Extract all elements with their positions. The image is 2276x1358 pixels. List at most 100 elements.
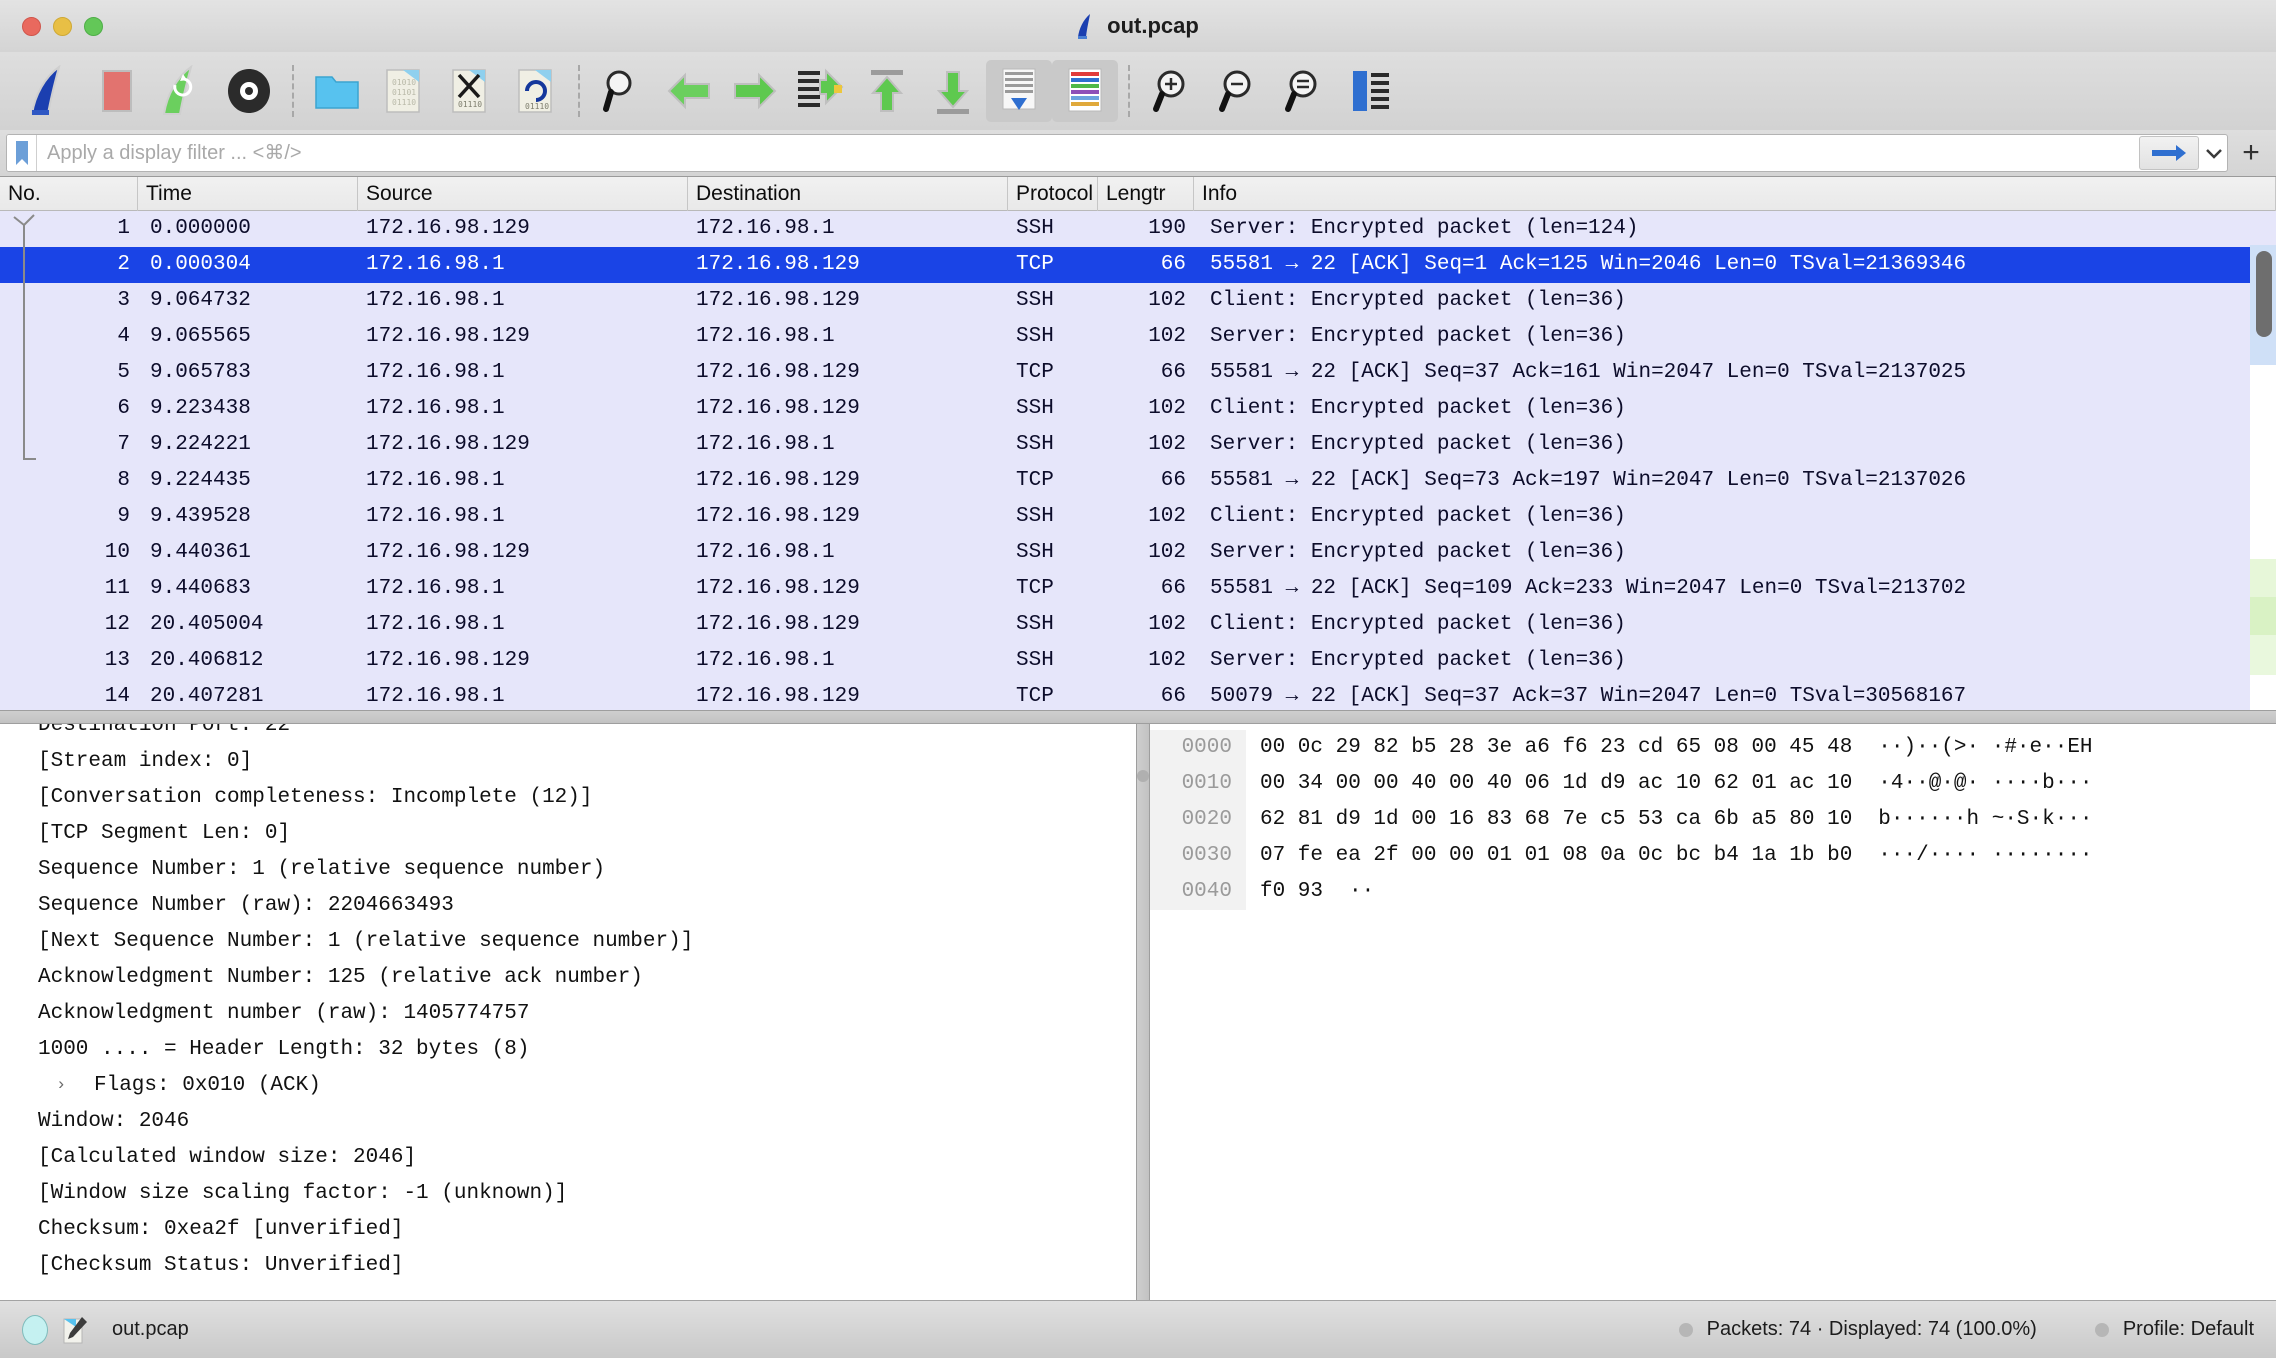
detail-field-row[interactable]: [Conversation completeness: Incomplete (… [0,780,1136,816]
packet-cell-length: 102 [1148,613,1186,636]
packet-list-pane: No. Time Source Destination Protocol Len… [0,176,2276,710]
bookmark-ribbon-icon[interactable] [7,135,37,171]
column-header-protocol[interactable]: Protocol [1008,177,1098,211]
column-header-no[interactable]: No. [0,177,138,211]
packet-cell-source: 172.16.98.129 [366,217,530,240]
packet-cell-time: 9.065565 [150,325,251,348]
hex-dump-row[interactable]: 0000 00 0c 29 82 b5 28 3e a6 f6 23 cd 65 … [1150,730,2276,766]
packet-cell-destination: 172.16.98.129 [696,253,860,276]
go-back-button[interactable] [656,60,722,122]
save-file-button[interactable]: 01010 01101 01110 [370,60,436,122]
packet-row[interactable]: 13 20.406812 172.16.98.129 172.16.98.1 SSH 10… [0,643,2276,679]
expert-info-icon[interactable] [62,1315,88,1345]
packet-row[interactable]: 5 9.065783 172.16.98.1 172.16.98.129 TCP 66 55… [0,355,2276,391]
packet-list-rows[interactable]: 1 0.000000 172.16.98.129 172.16.98.1 SSH 190 S… [0,211,2276,710]
packet-details-pane[interactable]: Destination Port: 22 [Stream index: 0] [Co… [0,724,1136,1300]
packet-cell-no: 10 [104,541,130,564]
column-header-source[interactable]: Source [358,177,688,211]
horizontal-splitter[interactable] [0,710,2276,724]
detail-field-row[interactable]: [TCP Segment Len: 0] [0,816,1136,852]
filter-history-button[interactable] [2201,136,2227,170]
add-filter-button[interactable]: + [2234,134,2268,172]
detail-field-row[interactable]: Destination Port: 22 [0,724,1136,744]
packet-row[interactable]: 14 20.407281 172.16.98.1 172.16.98.129 TCP 66… [0,679,2276,710]
hex-dump-row[interactable]: 0030 07 fe ea 2f 00 00 01 01 08 0a 0c bc … [1150,838,2276,874]
detail-field-row[interactable]: Checksum: 0xea2f [unverified] [0,1212,1136,1248]
packet-row[interactable]: 1 0.000000 172.16.98.129 172.16.98.1 SSH 190 S… [0,211,2276,247]
column-header-info[interactable]: Info [1194,177,2276,211]
capture-status-circle-icon[interactable] [22,1314,48,1345]
detail-field-row[interactable]: Sequence Number: 1 (relative sequence nu… [0,852,1136,888]
display-filter-field[interactable] [6,134,2228,172]
packet-cell-source: 172.16.98.1 [366,577,505,600]
hex-dump-row[interactable]: 0010 00 34 00 00 40 00 40 06 1d d9 ac 10 … [1150,766,2276,802]
close-file-button[interactable]: 01110 [436,60,502,122]
packet-row[interactable]: 2 0.000304 172.16.98.1 172.16.98.129 TCP 66 55… [0,247,2276,283]
zoom-reset-button[interactable] [1272,60,1338,122]
colorize-button[interactable] [1052,60,1118,122]
open-file-button[interactable] [304,60,370,122]
packet-counts: Packets: 74 · Displayed: 74 (100.0%) [1678,1318,2037,1341]
detail-field-row[interactable]: [Calculated window size: 2046] [0,1140,1136,1176]
close-window-button[interactable] [22,16,41,36]
zoom-window-button[interactable] [84,16,103,36]
packet-bytes-pane[interactable]: 0000 00 0c 29 82 b5 28 3e a6 f6 23 cd 65 … [1150,724,2276,1300]
column-header-length[interactable]: Lengtr [1098,177,1194,211]
column-header-time[interactable]: Time [138,177,358,211]
column-header-destination[interactable]: Destination [688,177,1008,211]
packet-cell-source: 172.16.98.129 [366,649,530,672]
go-to-packet-button[interactable] [788,60,854,122]
packet-row[interactable]: 10 9.440361 172.16.98.129 172.16.98.1 SSH 102… [0,535,2276,571]
packet-row[interactable]: 12 20.405004 172.16.98.1 172.16.98.129 SSH 10… [0,607,2276,643]
packet-row[interactable]: 4 9.065565 172.16.98.129 172.16.98.1 SSH 102 S… [0,319,2276,355]
detail-field-row[interactable]: [Next Sequence Number: 1 (relative seque… [0,924,1136,960]
find-packet-button[interactable] [590,60,656,122]
packet-row[interactable]: 6 9.223438 172.16.98.1 172.16.98.129 SSH 102 C… [0,391,2276,427]
go-to-last-button[interactable] [920,60,986,122]
packet-row[interactable]: 8 9.224435 172.16.98.1 172.16.98.129 TCP 66 55… [0,463,2276,499]
packet-cell-length: 66 [1160,469,1186,492]
packet-row[interactable]: 7 9.224221 172.16.98.129 172.16.98.1 SSH 102 S… [0,427,2276,463]
profile-selector[interactable]: Profile: Default [2094,1318,2254,1341]
resize-columns-button[interactable] [1338,60,1404,122]
expand-chevron-icon[interactable]: › [56,1068,66,1104]
packet-cell-source: 172.16.98.1 [366,397,505,420]
hex-dump-row[interactable]: 0020 62 81 d9 1d 00 16 83 68 7e c5 53 ca … [1150,802,2276,838]
capture-options-button[interactable] [216,60,282,122]
detail-field-row[interactable]: Window: 2046 [0,1104,1136,1140]
packet-cell-length: 66 [1160,685,1186,708]
packet-cell-source: 172.16.98.1 [366,469,505,492]
packet-row[interactable]: 3 9.064732 172.16.98.1 172.16.98.129 SSH 102 C… [0,283,2276,319]
packet-row[interactable]: 9 9.439528 172.16.98.1 172.16.98.129 SSH 102 C… [0,499,2276,535]
detail-field-row[interactable]: [Stream index: 0] [0,744,1136,780]
detail-field-row[interactable]: [Window size scaling factor: -1 (unknown… [0,1176,1136,1212]
reload-file-button[interactable]: 01110 [502,60,568,122]
apply-filter-button[interactable] [2139,136,2199,170]
zoom-in-button[interactable] [1140,60,1206,122]
packet-list-scrollbar[interactable] [2250,245,2276,710]
vertical-splitter[interactable] [1136,724,1150,1300]
detail-field-row[interactable]: Sequence Number (raw): 2204663493 [0,888,1136,924]
go-forward-button[interactable] [722,60,788,122]
packet-cell-length: 102 [1148,397,1186,420]
scrollbar-thumb[interactable] [2256,251,2272,337]
stop-capture-button[interactable] [84,60,150,122]
detail-field-text: Sequence Number (raw): 2204663493 [38,894,454,917]
go-to-first-button[interactable] [854,60,920,122]
restart-capture-button[interactable] [150,60,216,122]
packet-row[interactable]: 11 9.440683 172.16.98.1 172.16.98.129 TCP 66 5… [0,571,2276,607]
detail-field-row[interactable]: [Checksum Status: Unverified] [0,1248,1136,1284]
hex-bytes: 62 81 d9 1d 00 16 83 68 7e c5 53 ca 6b a… [1260,808,1853,831]
zoom-out-button[interactable] [1206,60,1272,122]
display-filter-input[interactable] [37,136,2139,170]
magnifier-equals-icon [1285,70,1317,112]
auto-scroll-button[interactable] [986,60,1052,122]
start-capture-button[interactable] [18,60,84,122]
packet-cell-info: 50079 → 22 [ACK] Seq=37 Ack=37 Win=2047 … [1210,685,1967,708]
detail-field-row[interactable]: Acknowledgment number (raw): 1405774757 [0,996,1136,1032]
minimize-window-button[interactable] [53,16,72,36]
hex-dump-row[interactable]: 0040 f0 93 ·· [1150,874,2276,910]
detail-field-row[interactable]: 1000 .... = Header Length: 32 bytes (8) [0,1032,1136,1068]
detail-field-row[interactable]: Acknowledgment Number: 125 (relative ack… [0,960,1136,996]
detail-field-row[interactable]: › Flags: 0x010 (ACK) [0,1068,1136,1104]
